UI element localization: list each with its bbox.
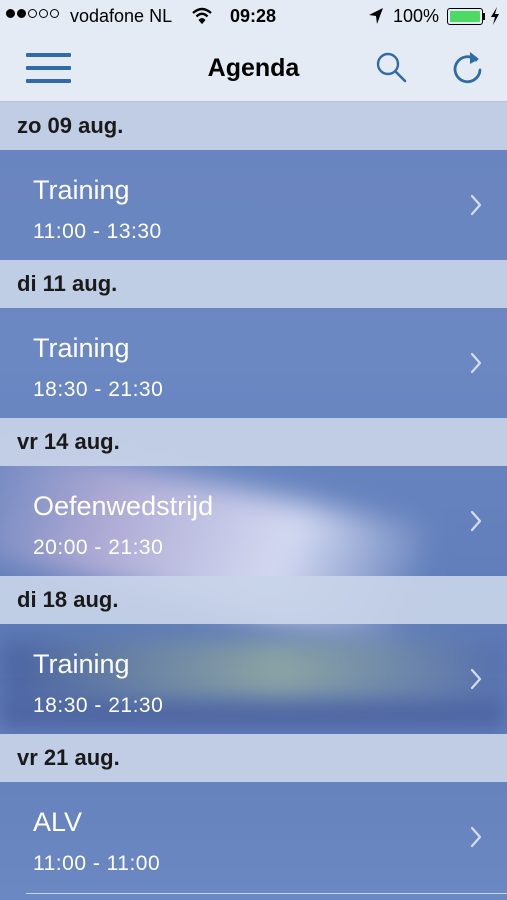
event-title: Training: [33, 175, 130, 205]
signal-dot: [6, 9, 15, 18]
navigation-bar: Agenda: [0, 34, 507, 102]
signal-dot: [39, 9, 48, 18]
chevron-right-icon: [470, 826, 482, 848]
event-time: 20:00 - 21:30: [33, 536, 164, 559]
wifi-icon: [192, 7, 212, 25]
agenda-event-row[interactable]: Training 18:30 - 21:30: [0, 308, 507, 418]
day-header: di 11 aug.: [0, 260, 507, 308]
event-title: Training: [33, 333, 130, 363]
agenda-list: zo 09 aug. Training 11:00 - 13:30 di 11 …: [0, 102, 507, 892]
event-time: 11:00 - 13:30: [33, 220, 162, 243]
chevron-right-icon: [470, 668, 482, 690]
carrier-name: vodafone NL: [70, 6, 173, 26]
agenda-event-row[interactable]: Oefenwedstrijd 20:00 - 21:30: [0, 466, 507, 576]
chevron-right-icon: [470, 352, 482, 374]
signal-dot: [17, 9, 26, 18]
agenda-event-row[interactable]: Training 18:30 - 21:30: [0, 624, 507, 734]
agenda-event-row[interactable]: ALV 11:00 - 11:00: [0, 782, 507, 892]
refresh-icon[interactable]: [449, 49, 487, 87]
event-time: 18:30 - 21:30: [33, 694, 164, 717]
event-title: ALV: [33, 807, 83, 837]
day-header: vr 14 aug.: [0, 418, 507, 466]
signal-strength-icon: [6, 9, 59, 18]
battery-tip: [483, 13, 485, 20]
signal-dot: [28, 9, 37, 18]
day-header: vr 21 aug.: [0, 734, 507, 782]
battery-level-fill: [450, 11, 480, 22]
day-header: di 18 aug.: [0, 576, 507, 624]
status-bar: vodafone NL 09:28 100%: [0, 0, 507, 34]
status-time: 09:28: [230, 6, 277, 26]
location-arrow-icon: [369, 8, 383, 24]
day-header: zo 09 aug.: [0, 102, 507, 150]
page-title: Agenda: [207, 54, 300, 82]
signal-dot: [50, 9, 59, 18]
event-time: 18:30 - 21:30: [33, 378, 164, 401]
chevron-right-icon: [470, 194, 482, 216]
event-title: Training: [33, 649, 130, 679]
row-separator: [26, 893, 507, 894]
agenda-event-row[interactable]: Training 11:00 - 13:30: [0, 150, 507, 260]
event-time: 11:00 - 11:00: [33, 852, 161, 875]
search-icon[interactable]: [374, 51, 408, 85]
battery-icon: [447, 8, 483, 25]
event-title: Oefenwedstrijd: [33, 491, 214, 521]
battery-percentage: 100%: [393, 6, 440, 26]
charging-bolt-icon: [491, 7, 499, 25]
chevron-right-icon: [470, 510, 482, 532]
